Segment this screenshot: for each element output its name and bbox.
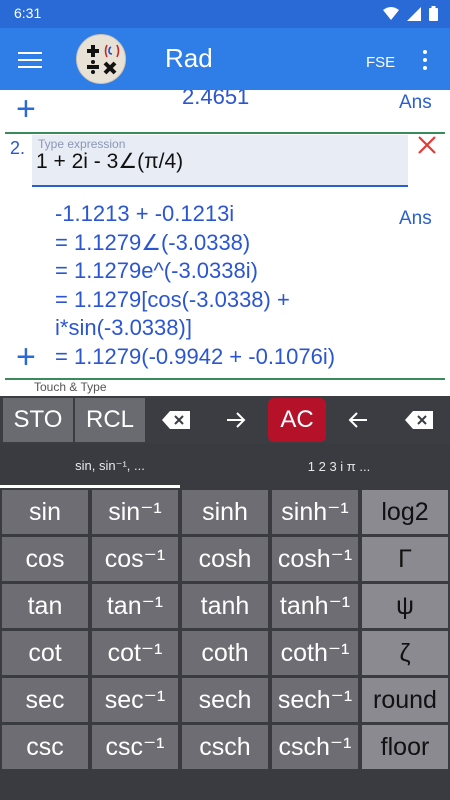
previous-result: 2.4651 bbox=[182, 90, 250, 109]
key-sinh-inverse[interactable]: sinh⁻¹ bbox=[272, 490, 358, 534]
key-cot[interactable]: cot bbox=[2, 631, 88, 675]
key-tanh-inverse[interactable]: tanh⁻¹ bbox=[272, 584, 358, 628]
overflow-menu-icon[interactable] bbox=[420, 50, 430, 72]
key-sin-inverse[interactable]: sin⁻¹ bbox=[92, 490, 178, 534]
key-cosh[interactable]: cosh bbox=[182, 537, 268, 581]
key-floor[interactable]: floor bbox=[362, 725, 448, 769]
entry-separator bbox=[5, 132, 445, 134]
app-bar: Rad FSE bbox=[0, 28, 450, 90]
add-entry-plus-icon[interactable]: + bbox=[16, 92, 36, 126]
result-line: = 1.1279[cos(-3.0338) + bbox=[55, 286, 290, 312]
key-zeta[interactable]: ζ bbox=[362, 631, 448, 675]
delete-button[interactable] bbox=[390, 398, 448, 442]
backspace-icon bbox=[162, 411, 190, 429]
key-cos-inverse[interactable]: cos⁻¹ bbox=[92, 537, 178, 581]
backspace-left-button[interactable] bbox=[148, 398, 204, 442]
result-block: -1.1213 + -0.1213i = 1.1279∠(-3.0338) = … bbox=[55, 200, 335, 371]
calculation-list[interactable]: + 2.4651 Ans 2. Type expression Ans -1.1… bbox=[0, 90, 450, 396]
next-entry-hint: Touch & Type bbox=[34, 380, 107, 394]
key-sec[interactable]: sec bbox=[2, 678, 88, 722]
calculator-logo-icon bbox=[87, 44, 120, 75]
entry-number: 2. bbox=[10, 138, 26, 158]
app-logo bbox=[76, 34, 126, 84]
key-psi[interactable]: ψ bbox=[362, 584, 448, 628]
key-tan-inverse[interactable]: tan⁻¹ bbox=[92, 584, 178, 628]
result-line: -1.1213 + -0.1213i bbox=[55, 201, 235, 226]
key-csch-inverse[interactable]: csch⁻¹ bbox=[272, 725, 358, 769]
angle-mode-title[interactable]: Rad bbox=[165, 43, 213, 74]
ac-button[interactable]: AC bbox=[268, 398, 326, 442]
add-entry-plus-icon[interactable]: + bbox=[16, 340, 36, 374]
backspace-icon bbox=[405, 411, 433, 429]
close-icon[interactable] bbox=[416, 134, 438, 156]
key-tan[interactable]: tan bbox=[2, 584, 88, 628]
fse-button[interactable]: FSE bbox=[366, 54, 395, 71]
key-cos[interactable]: cos bbox=[2, 537, 88, 581]
key-cosh-inverse[interactable]: cosh⁻¹ bbox=[272, 537, 358, 581]
ans-button[interactable]: Ans bbox=[399, 208, 432, 230]
function-keypad: sin sin⁻¹ sinh sinh⁻¹ log2 cos cos⁻¹ cos… bbox=[0, 488, 450, 800]
keypad-tabs: sin, sin⁻¹, ... 1 2 3 i π ... bbox=[0, 444, 450, 488]
key-cot-inverse[interactable]: cot⁻¹ bbox=[92, 631, 178, 675]
tab-numbers[interactable]: 1 2 3 i π ... bbox=[228, 444, 450, 488]
key-sin[interactable]: sin bbox=[2, 490, 88, 534]
key-round[interactable]: round bbox=[362, 678, 448, 722]
signal-icon bbox=[407, 6, 421, 21]
key-csc-inverse[interactable]: csc⁻¹ bbox=[92, 725, 178, 769]
result-line: = 1.1279∠(-3.0338) bbox=[55, 229, 251, 255]
key-csc[interactable]: csc bbox=[2, 725, 88, 769]
ans-button-previous[interactable]: Ans bbox=[399, 92, 432, 114]
key-sech[interactable]: sech bbox=[182, 678, 268, 722]
result-line: i*sin(-3.0338)] bbox=[55, 315, 192, 340]
cursor-right-button[interactable] bbox=[208, 398, 264, 442]
key-sinh[interactable]: sinh bbox=[182, 490, 268, 534]
key-log2[interactable]: log2 bbox=[362, 490, 448, 534]
status-icons bbox=[383, 6, 438, 21]
arrow-right-icon bbox=[227, 412, 246, 428]
menu-icon[interactable] bbox=[16, 47, 44, 71]
battery-icon bbox=[429, 6, 438, 21]
key-coth[interactable]: coth bbox=[182, 631, 268, 675]
key-coth-inverse[interactable]: coth⁻¹ bbox=[272, 631, 358, 675]
keypad-toolbar: STO RCL AC bbox=[0, 396, 450, 444]
sto-button[interactable]: STO bbox=[3, 398, 73, 442]
status-bar: 6:31 bbox=[0, 0, 450, 28]
wifi-icon bbox=[383, 6, 399, 20]
key-sec-inverse[interactable]: sec⁻¹ bbox=[92, 678, 178, 722]
arrow-left-icon bbox=[348, 412, 367, 428]
key-sech-inverse[interactable]: sech⁻¹ bbox=[272, 678, 358, 722]
key-gamma[interactable]: Γ bbox=[362, 537, 448, 581]
key-tanh[interactable]: tanh bbox=[182, 584, 268, 628]
rcl-button[interactable]: RCL bbox=[75, 398, 145, 442]
key-csch[interactable]: csch bbox=[182, 725, 268, 769]
cursor-left-button[interactable] bbox=[330, 398, 386, 442]
expression-input[interactable] bbox=[36, 149, 396, 173]
result-line: = 1.1279e^(-3.0338i) bbox=[55, 258, 258, 283]
expression-field[interactable]: Type expression bbox=[32, 135, 408, 187]
status-time: 6:31 bbox=[14, 5, 42, 21]
result-line: = 1.1279(-0.9942 + -0.1076i) bbox=[55, 343, 336, 369]
tab-functions[interactable]: sin, sin⁻¹, ... bbox=[0, 444, 220, 488]
